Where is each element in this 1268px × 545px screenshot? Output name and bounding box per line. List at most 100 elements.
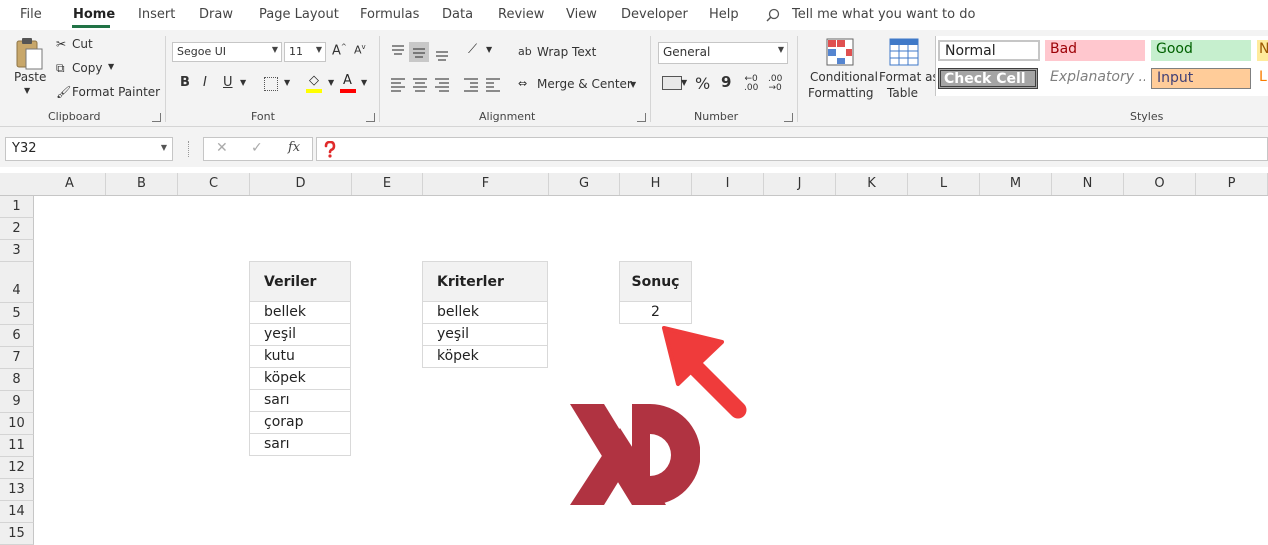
row-header-15[interactable]: 15	[0, 523, 34, 545]
increase-font-icon[interactable]: A^	[332, 43, 347, 58]
italic-button[interactable]: I	[203, 75, 207, 90]
column-header-p[interactable]: P	[1196, 173, 1268, 195]
style-bad[interactable]: Bad	[1045, 40, 1145, 61]
column-header-j[interactable]: J	[764, 173, 836, 195]
veriler-cell[interactable]: bellek	[249, 301, 351, 324]
number-launcher-icon[interactable]	[784, 113, 793, 122]
column-header-d[interactable]: D	[250, 173, 352, 195]
menu-insert[interactable]: Insert	[138, 7, 175, 22]
kriterler-cell[interactable]: bellek	[422, 301, 548, 324]
row-header-6[interactable]: 6	[0, 325, 34, 347]
font-size-combo[interactable]: 11 ▼	[284, 42, 326, 62]
row-header-4[interactable]: 4	[0, 262, 34, 303]
font-launcher-icon[interactable]	[366, 113, 375, 122]
style-good[interactable]: Good	[1151, 40, 1251, 61]
cancel-icon[interactable]: ✕	[216, 140, 228, 156]
style-input[interactable]: Input	[1151, 68, 1251, 89]
chevron-down-icon[interactable]: ▼	[328, 78, 334, 87]
row-header-3[interactable]: 3	[0, 240, 34, 262]
row-header-7[interactable]: 7	[0, 347, 34, 369]
row-header-11[interactable]: 11	[0, 435, 34, 457]
column-header-c[interactable]: C	[178, 173, 250, 195]
row-header-8[interactable]: 8	[0, 369, 34, 391]
merge-center-button[interactable]: Merge & Center	[537, 77, 632, 91]
horizontal-align-icons[interactable]	[390, 76, 510, 92]
chevron-down-icon[interactable]: ▼	[630, 80, 636, 89]
formula-input[interactable]	[316, 137, 1268, 161]
row-header-13[interactable]: 13	[0, 479, 34, 501]
row-header-10[interactable]: 10	[0, 413, 34, 435]
column-header-b[interactable]: B	[106, 173, 178, 195]
veriler-header[interactable]: Veriler	[249, 261, 351, 302]
number-format-combo[interactable]: General ▼	[658, 42, 788, 64]
cut-button[interactable]: Cut	[72, 37, 93, 51]
row-header-9[interactable]: 9	[0, 391, 34, 413]
chevron-down-icon[interactable]: ▼	[681, 78, 687, 87]
decrease-decimal-icon[interactable]: .00 →0	[768, 75, 782, 93]
column-header-m[interactable]: M	[980, 173, 1052, 195]
underline-button[interactable]: U	[223, 75, 233, 90]
decrease-font-icon[interactable]: Av	[354, 43, 366, 57]
vertical-align-icons[interactable]	[390, 42, 470, 64]
currency-icon[interactable]	[662, 76, 682, 90]
format-as-table-button[interactable]: Format as Table	[877, 36, 939, 102]
splitter-handle[interactable]	[188, 141, 191, 157]
name-box[interactable]: Y32 ▼	[5, 137, 173, 161]
chevron-down-icon[interactable]: ▼	[161, 143, 167, 152]
style-neutral[interactable]: N	[1257, 40, 1268, 61]
conditional-formatting-button[interactable]: Conditional Formatting	[808, 36, 878, 102]
clipboard-launcher-icon[interactable]	[152, 113, 161, 122]
column-header-l[interactable]: L	[908, 173, 980, 195]
copy-button[interactable]: Copy	[72, 61, 102, 75]
column-header-g[interactable]: G	[549, 173, 620, 195]
kriterler-header[interactable]: Kriterler	[422, 261, 548, 302]
borders-icon[interactable]	[264, 77, 278, 91]
row-header-12[interactable]: 12	[0, 457, 34, 479]
column-header-e[interactable]: E	[352, 173, 423, 195]
chevron-down-icon[interactable]: ▼	[240, 78, 246, 87]
row-header-5[interactable]: 5	[0, 303, 34, 325]
tell-me-search[interactable]: Tell me what you want to do	[792, 7, 975, 22]
percent-button[interactable]: %	[695, 74, 710, 93]
alignment-launcher-icon[interactable]	[637, 113, 646, 122]
style-check-cell[interactable]: Check Cell	[938, 68, 1038, 89]
column-header-f[interactable]: F	[423, 173, 549, 195]
veriler-cell[interactable]: sarı	[249, 389, 351, 412]
menu-data[interactable]: Data	[442, 7, 473, 22]
veriler-cell[interactable]: yeşil	[249, 323, 351, 346]
column-header-k[interactable]: K	[836, 173, 908, 195]
menu-help[interactable]: Help	[709, 7, 739, 22]
menu-formulas[interactable]: Formulas	[360, 7, 419, 22]
menu-page-layout[interactable]: Page Layout	[259, 7, 339, 22]
menu-view[interactable]: View	[566, 7, 597, 22]
veriler-cell[interactable]: köpek	[249, 367, 351, 390]
row-header-1[interactable]: 1	[0, 196, 34, 218]
menu-developer[interactable]: Developer	[621, 7, 688, 22]
chevron-down-icon[interactable]: ▼	[108, 62, 114, 71]
style-explanatory[interactable]: Explanatory ...	[1045, 68, 1145, 89]
font-color-icon[interactable]: A	[340, 73, 358, 93]
enter-icon[interactable]: ✓	[251, 140, 263, 156]
menu-home[interactable]: Home	[73, 7, 115, 22]
insert-function-icon[interactable]: fx	[288, 140, 300, 155]
sonuc-header[interactable]: Sonuç	[619, 261, 692, 302]
column-header-a[interactable]: A	[34, 173, 106, 195]
menu-review[interactable]: Review	[498, 7, 544, 22]
column-header-h[interactable]: H	[620, 173, 692, 195]
menu-draw[interactable]: Draw	[199, 7, 233, 22]
fill-color-icon[interactable]: ◇	[306, 73, 324, 93]
font-name-combo[interactable]: Segoe UI ▼	[172, 42, 282, 62]
column-header-i[interactable]: I	[692, 173, 764, 195]
bold-button[interactable]: B	[180, 75, 190, 90]
chevron-down-icon[interactable]: ▼	[284, 78, 290, 87]
style-linked-cell[interactable]: L	[1257, 68, 1268, 89]
column-header-n[interactable]: N	[1052, 173, 1124, 195]
kriterler-cell[interactable]: köpek	[422, 345, 548, 368]
chevron-down-icon[interactable]: ▼	[361, 78, 367, 87]
style-normal[interactable]: Normal	[938, 40, 1040, 61]
orientation-icon[interactable]: ⟋	[468, 42, 477, 57]
comma-style-button[interactable]: 9	[721, 73, 731, 91]
paste-button[interactable]: Paste ▼	[12, 36, 48, 100]
increase-decimal-icon[interactable]: ←0.00	[744, 75, 758, 93]
format-painter-button[interactable]: Format Painter	[72, 85, 160, 99]
